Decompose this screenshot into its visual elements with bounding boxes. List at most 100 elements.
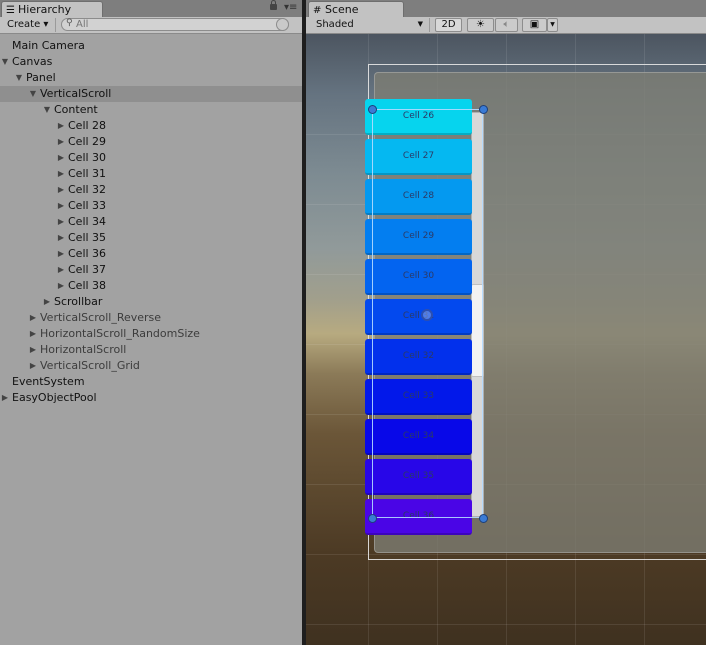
hierarchy-item-label: Main Camera xyxy=(12,39,85,52)
foldout-collapsed-icon[interactable]: ▶ xyxy=(28,342,38,358)
sun-icon: ☀ xyxy=(476,19,485,30)
scene-panel: # Scene Shaded ▼ 2D ☀ 🔈︎ ▣ ▼ Cell 26 Cel… xyxy=(306,0,706,645)
hierarchy-item[interactable]: ▶ Cell 38 xyxy=(0,278,302,294)
hierarchy-item[interactable]: ▶ Cell 30 xyxy=(0,150,302,166)
foldout-collapsed-icon[interactable]: ▶ xyxy=(56,134,66,150)
hierarchy-item-label: VerticalScroll_Reverse xyxy=(40,311,162,324)
scene-viewport[interactable]: Cell 26 Cell 27 Cell 28 Cell 29 Cell 30 Cell … xyxy=(306,34,706,645)
foldout-collapsed-icon[interactable]: ▶ xyxy=(56,214,66,230)
foldout-collapsed-icon[interactable]: ▶ xyxy=(56,118,66,134)
hierarchy-item[interactable]: EventSystem xyxy=(0,374,302,390)
toggle-2d-button[interactable]: 2D xyxy=(435,18,462,32)
foldout-collapsed-icon[interactable]: ▶ xyxy=(56,278,66,294)
hierarchy-item[interactable]: ▶ Scrollbar xyxy=(0,294,302,310)
hierarchy-item-label: Cell 33 xyxy=(68,199,107,212)
hierarchy-item-label: Scrollbar xyxy=(54,295,103,308)
hierarchy-item[interactable]: ▼ VerticalScroll xyxy=(0,86,302,102)
hierarchy-item-label: Cell 29 xyxy=(68,135,107,148)
foldout-collapsed-icon[interactable]: ▶ xyxy=(28,326,38,342)
hierarchy-item-label: Cell 31 xyxy=(68,167,107,180)
hierarchy-item[interactable]: ▶ Cell 32 xyxy=(0,182,302,198)
foldout-collapsed-icon[interactable]: ▶ xyxy=(56,182,66,198)
panel-menu-icon[interactable]: ▾≡ xyxy=(284,3,297,13)
scene-tab-bar: # Scene xyxy=(306,0,706,17)
hierarchy-item[interactable]: ▼ Panel xyxy=(0,70,302,86)
foldout-collapsed-icon[interactable]: ▶ xyxy=(0,390,10,406)
hierarchy-item[interactable]: ▶ Cell 34 xyxy=(0,214,302,230)
chevron-down-icon: ▼ xyxy=(417,20,423,28)
foldout-expanded-icon[interactable]: ▼ xyxy=(0,54,10,70)
hierarchy-toolbar: Create ▾ ⚲ xyxy=(0,17,302,34)
hierarchy-item-label: Cell 38 xyxy=(68,279,107,292)
foldout-expanded-icon[interactable]: ▼ xyxy=(42,102,52,118)
foldout-collapsed-icon[interactable]: ▶ xyxy=(56,262,66,278)
tab-scene-label: Scene xyxy=(325,3,359,16)
tab-hierarchy[interactable]: ☰ Hierarchy xyxy=(1,1,103,17)
shading-mode-dropdown[interactable]: Shaded ▼ xyxy=(310,18,430,32)
pivot-handle[interactable] xyxy=(421,309,433,321)
hierarchy-item[interactable]: ▼ Content xyxy=(0,102,302,118)
hierarchy-item[interactable]: ▶ HorizontalScroll_RandomSize xyxy=(0,326,302,342)
hierarchy-item[interactable]: ▼ Canvas xyxy=(0,54,302,70)
hierarchy-item-label: Cell 36 xyxy=(68,247,107,260)
hierarchy-tab-bar: ☰ Hierarchy ▾≡ xyxy=(0,0,302,17)
scene-audio-button[interactable]: 🔈︎ xyxy=(495,18,518,32)
hierarchy-item-label: Cell 30 xyxy=(68,151,107,164)
hierarchy-item[interactable]: ▶ VerticalScroll_Reverse xyxy=(0,310,302,326)
hierarchy-item[interactable]: ▶ Cell 35 xyxy=(0,230,302,246)
image-icon: ▣ xyxy=(529,19,540,30)
foldout-collapsed-icon[interactable]: ▶ xyxy=(28,310,38,326)
foldout-expanded-icon[interactable]: ▼ xyxy=(14,70,24,86)
hierarchy-item-label: EventSystem xyxy=(12,375,85,388)
hierarchy-item[interactable]: ▶ Cell 37 xyxy=(0,262,302,278)
search-box: ⚲ xyxy=(61,18,289,31)
search-icon[interactable]: ⚲ xyxy=(66,18,73,28)
hierarchy-item-label: Cell 34 xyxy=(68,215,107,228)
hierarchy-item[interactable]: ▶ HorizontalScroll xyxy=(0,342,302,358)
hierarchy-item-label: Cell 37 xyxy=(68,263,107,276)
hierarchy-item[interactable]: ▶ Cell 29 xyxy=(0,134,302,150)
hierarchy-item-label: HorizontalScroll xyxy=(40,343,127,356)
foldout-collapsed-icon[interactable]: ▶ xyxy=(56,230,66,246)
hierarchy-item[interactable]: ▶ Cell 28 xyxy=(0,118,302,134)
foldout-collapsed-icon[interactable]: ▶ xyxy=(28,358,38,374)
tab-scene[interactable]: # Scene xyxy=(308,1,404,17)
hierarchy-item[interactable]: ▶ Cell 31 xyxy=(0,166,302,182)
foldout-collapsed-icon[interactable]: ▶ xyxy=(56,166,66,182)
hierarchy-item-label: Cell 35 xyxy=(68,231,107,244)
scene-effects-button[interactable]: ▣ xyxy=(522,18,547,32)
tab-hierarchy-label: Hierarchy xyxy=(18,3,72,16)
grid-icon: # xyxy=(313,5,322,16)
hierarchy-item[interactable]: ▶ Cell 33 xyxy=(0,198,302,214)
grid-line xyxy=(306,624,706,625)
rect-handle-top-left[interactable] xyxy=(368,105,377,114)
hierarchy-item[interactable]: ▶ EasyObjectPool xyxy=(0,390,302,406)
shading-mode-value: Shaded xyxy=(316,19,354,30)
rect-handle-bottom-left[interactable] xyxy=(368,514,377,523)
hierarchy-item[interactable]: ▶ Cell 36 xyxy=(0,246,302,262)
speaker-icon: 🔈︎ xyxy=(503,19,510,30)
search-cancel-button[interactable] xyxy=(276,18,289,31)
hierarchy-item-label: VerticalScroll xyxy=(40,87,112,100)
foldout-collapsed-icon[interactable]: ▶ xyxy=(56,150,66,166)
scene-lighting-button[interactable]: ☀ xyxy=(467,18,494,32)
hierarchy-item-label: Panel xyxy=(26,71,56,84)
foldout-collapsed-icon[interactable]: ▶ xyxy=(56,198,66,214)
foldout-collapsed-icon[interactable]: ▶ xyxy=(56,246,66,262)
rect-handle-bottom-right[interactable] xyxy=(479,514,488,523)
hierarchy-panel: ☰ Hierarchy ▾≡ Create ▾ ⚲ Main Camera ▼Ca… xyxy=(0,0,302,645)
effects-dropdown-button[interactable]: ▼ xyxy=(547,18,558,32)
foldout-collapsed-icon[interactable]: ▶ xyxy=(42,294,52,310)
list-icon: ☰ xyxy=(6,5,15,16)
hierarchy-item[interactable]: Main Camera xyxy=(0,38,302,54)
hierarchy-item-label: EasyObjectPool xyxy=(12,391,97,404)
foldout-expanded-icon[interactable]: ▼ xyxy=(28,86,38,102)
hierarchy-item-label: Cell 28 xyxy=(68,119,107,132)
hierarchy-item[interactable]: ▶ VerticalScroll_Grid xyxy=(0,358,302,374)
rect-handle-top-right[interactable] xyxy=(479,105,488,114)
search-input[interactable] xyxy=(76,19,276,30)
lock-icon[interactable] xyxy=(270,0,277,10)
hierarchy-item-label: Content xyxy=(54,103,98,116)
create-button[interactable]: Create ▾ xyxy=(2,18,56,32)
chevron-down-icon: ▼ xyxy=(550,21,555,28)
